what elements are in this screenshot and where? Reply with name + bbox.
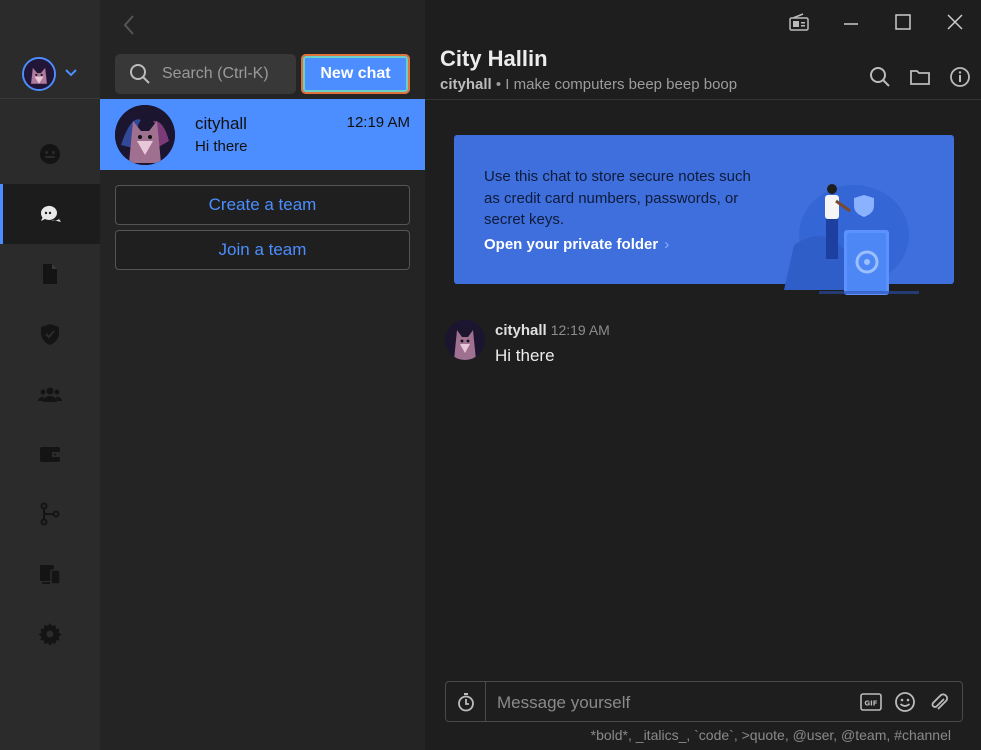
shield-icon xyxy=(41,324,59,345)
nav-settings[interactable] xyxy=(0,604,100,664)
gif-icon[interactable]: GIF xyxy=(860,691,882,713)
people-icon xyxy=(40,144,60,164)
join-team-button[interactable]: Join a team xyxy=(115,230,410,270)
files-icon xyxy=(43,264,57,284)
nav-files[interactable] xyxy=(0,244,100,304)
create-team-button[interactable]: Create a team xyxy=(115,185,410,225)
open-private-folder-link[interactable]: Open your private folder › xyxy=(484,236,669,253)
conversation-name: cityhall xyxy=(195,114,247,133)
radio-button[interactable] xyxy=(773,0,825,44)
conversation-time: 12:19 AM xyxy=(346,114,410,131)
git-icon xyxy=(40,502,60,526)
nav-security[interactable] xyxy=(0,304,100,364)
chat-panel: City Hallin cityhall • I make computers … xyxy=(425,0,981,750)
message-author-name[interactable]: cityhall xyxy=(495,322,547,339)
info-icon[interactable] xyxy=(949,66,971,88)
maximize-button[interactable] xyxy=(877,0,929,44)
devices-icon xyxy=(40,565,61,585)
chat-header-actions xyxy=(869,66,971,88)
close-icon xyxy=(947,14,963,30)
conversation-avatar xyxy=(115,105,175,165)
radio-icon xyxy=(789,13,809,31)
chat-subtitle: cityhall • I make computers beep beep bo… xyxy=(440,76,737,93)
message-input[interactable]: Message yourself xyxy=(497,693,630,713)
formatting-hint: *bold*, _italics_, `code`, >quote, @user… xyxy=(590,727,951,743)
banner-link-label: Open your private folder xyxy=(484,236,659,253)
minimize-button[interactable] xyxy=(825,0,877,44)
composer-actions: GIF xyxy=(860,691,950,713)
nav-git[interactable] xyxy=(0,484,100,544)
chat-title: City Hallin xyxy=(440,46,548,71)
chevron-right-icon: › xyxy=(664,236,670,253)
folder-icon[interactable] xyxy=(909,66,931,88)
search-input[interactable]: Search (Ctrl-K) xyxy=(115,54,296,94)
stopwatch-icon xyxy=(457,692,474,711)
header-divider xyxy=(425,99,981,100)
message-author: cityhall 12:19 AM xyxy=(495,322,610,339)
wallet-icon xyxy=(40,447,60,462)
nav-rail xyxy=(0,0,100,750)
message-avatar[interactable] xyxy=(445,320,485,360)
new-chat-button[interactable]: New chat xyxy=(301,54,410,94)
nav-teams[interactable] xyxy=(0,364,100,424)
exploding-message-button[interactable] xyxy=(446,682,486,721)
settings-icon xyxy=(38,623,62,646)
nav-people[interactable] xyxy=(0,124,100,184)
conversation-item[interactable]: cityhall 12:19 AM Hi there xyxy=(100,99,425,170)
search-icon xyxy=(130,64,150,84)
emoji-icon[interactable] xyxy=(894,691,916,713)
dog-avatar-icon xyxy=(115,105,175,165)
minimize-icon xyxy=(844,23,858,25)
nav-devices[interactable] xyxy=(0,544,100,604)
conversation-list-panel: Search (Ctrl-K) New chat cityhall 12:19 … xyxy=(100,0,425,750)
back-arrow-icon[interactable] xyxy=(120,12,138,38)
message-text: Hi there xyxy=(495,346,555,365)
private-folder-banner: Use this chat to store secure notes such… xyxy=(454,135,954,295)
chat-icon xyxy=(40,205,61,222)
account-switcher[interactable] xyxy=(0,0,100,99)
maximize-icon xyxy=(895,14,911,30)
search-placeholder: Search (Ctrl-K) xyxy=(162,65,269,82)
paperclip-icon[interactable] xyxy=(928,691,950,713)
chevron-down-icon[interactable] xyxy=(63,64,79,80)
account-avatar[interactable] xyxy=(22,57,56,91)
nav-chat[interactable] xyxy=(0,184,100,244)
banner-text: Use this chat to store secure notes such… xyxy=(484,168,751,228)
nav-wallet[interactable] xyxy=(0,424,100,484)
svg-text:GIF: GIF xyxy=(864,700,877,708)
window-controls xyxy=(773,0,981,44)
safe-illustration xyxy=(784,184,919,295)
search-icon[interactable] xyxy=(869,66,891,88)
close-button[interactable] xyxy=(929,0,981,44)
teams-icon xyxy=(38,387,62,402)
dog-avatar-icon xyxy=(445,320,485,360)
message-composer[interactable]: Message yourself GIF xyxy=(445,681,963,722)
dog-avatar-icon xyxy=(24,59,54,89)
message-time: 12:19 AM xyxy=(550,322,610,338)
chat-bio: • I make computers beep beep boop xyxy=(491,76,738,93)
chat-username[interactable]: cityhall xyxy=(440,76,492,93)
conversation-preview: Hi there xyxy=(195,138,248,155)
